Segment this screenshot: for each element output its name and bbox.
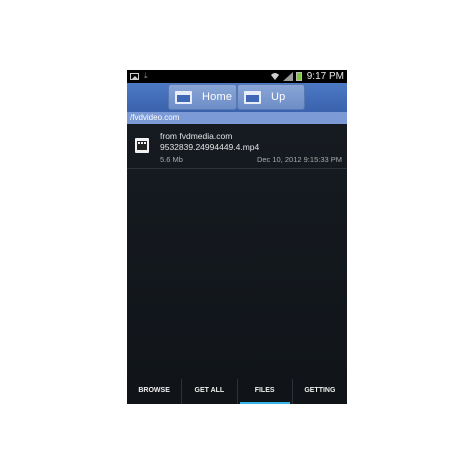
file-size: 5.6 Mb [160, 155, 183, 164]
toolbar: Home Up [127, 83, 347, 112]
status-bar: ⤓ 9:17 PM [127, 70, 347, 83]
file-source: from fvdmedia.com [160, 131, 233, 141]
tab-getting[interactable]: GETTING [293, 379, 347, 404]
up-button[interactable]: Up [237, 84, 305, 110]
path-breadcrumb: /fvdvideo.com [127, 112, 347, 124]
wifi-icon [270, 73, 279, 80]
tab-get-all[interactable]: GET ALL [182, 379, 238, 404]
home-folder-icon [175, 90, 192, 104]
home-button[interactable]: Home [168, 84, 237, 110]
file-name: 9532839.24994449.4.mp4 [160, 142, 260, 152]
file-date: Dec 10, 2012 9:15:33 PM [256, 155, 342, 164]
status-time: 9:17 PM [306, 71, 344, 82]
image-icon [130, 72, 139, 80]
tab-bar: BROWSE GET ALL FILES GETTING [127, 379, 347, 404]
home-button-label: Home [202, 91, 233, 103]
signal-icon [282, 72, 293, 81]
up-button-label: Up [271, 91, 286, 103]
list-item[interactable]: from fvdmedia.com 9532839.24994449.4.mp4… [127, 124, 347, 169]
video-file-icon [135, 138, 149, 153]
download-icon: ⤓ [144, 71, 148, 80]
tab-files[interactable]: FILES [238, 379, 293, 404]
battery-icon [295, 72, 302, 81]
up-folder-icon [244, 90, 261, 104]
tab-browse[interactable]: BROWSE [127, 379, 183, 404]
file-list: from fvdmedia.com 9532839.24994449.4.mp4… [127, 124, 347, 379]
phone-screen: ⤓ 9:17 PM Home Up /fvdvideo.com from fvd… [127, 70, 347, 404]
